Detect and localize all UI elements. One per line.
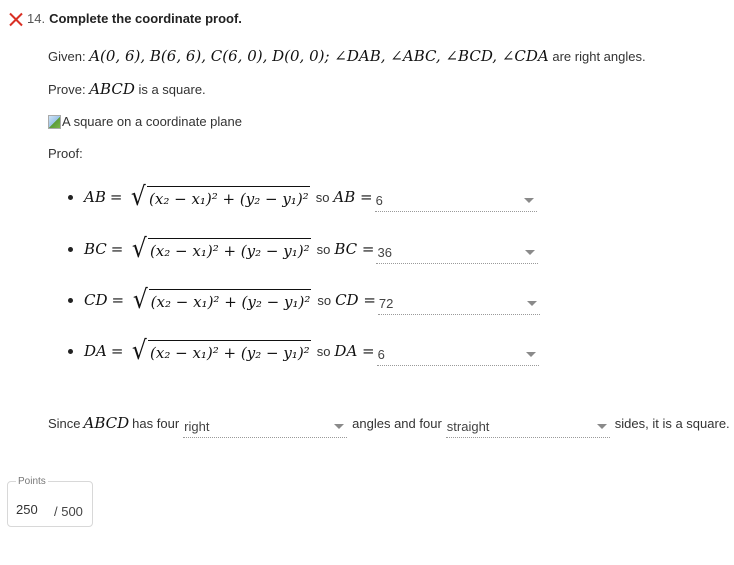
broken-image: A square on a coordinate plane — [48, 114, 242, 129]
prove-label: Prove: — [48, 82, 86, 97]
given-label: Given: — [48, 49, 86, 64]
proof-label: Proof: — [48, 146, 83, 161]
so-text: so — [316, 343, 331, 359]
so-text: so — [315, 189, 330, 205]
segment-name: CD — [84, 291, 108, 309]
given-suffix: are right angles. — [552, 49, 646, 64]
radical-sign: √ — [132, 234, 148, 264]
segment-name: BC — [84, 240, 107, 258]
result-label: DA = — [334, 342, 375, 360]
distance-equation: DA = √ (x₂ − x₁)² + (y₂ − y₁)² — [84, 336, 311, 366]
points-label: Points — [16, 476, 48, 487]
conclusion-math: ABCD — [83, 414, 130, 432]
dropdown-value: 36 — [377, 245, 392, 260]
proof-step-ab: AB = √ (x₂ − x₁)² + (y₂ − y₁)² so AB = 6 — [68, 182, 537, 212]
broken-image-icon — [48, 114, 61, 129]
angles-type-dropdown[interactable]: right — [183, 416, 348, 438]
question-number: 14. — [27, 11, 46, 26]
chevron-down-icon — [523, 198, 534, 203]
conclusion-part1: has four — [132, 415, 180, 431]
result-label: AB = — [333, 188, 373, 206]
chevron-down-icon — [596, 424, 607, 429]
segment-name: DA — [84, 342, 107, 360]
radical-sign: √ — [131, 182, 147, 212]
prove-math: ABCD — [89, 80, 135, 98]
chevron-down-icon — [525, 352, 536, 357]
bc-length-dropdown[interactable]: 36 — [376, 242, 539, 264]
points-max: / 500 — [54, 504, 83, 519]
equals-sign: = — [111, 291, 125, 309]
distance-equation: AB = √ (x₂ − x₁)² + (y₂ − y₁)² — [84, 182, 310, 212]
prove-suffix: is a square. — [138, 82, 206, 97]
proof-step-bc: BC = √ (x₂ − x₁)² + (y₂ − y₁)² so BC = 3… — [68, 234, 539, 264]
so-text: so — [317, 292, 332, 308]
chevron-down-icon — [526, 301, 537, 306]
da-length-dropdown[interactable]: 6 — [376, 344, 539, 366]
bullet — [68, 297, 73, 303]
chevron-down-icon — [334, 424, 345, 429]
conclusion-statement: Since ABCD has four right angles and fou… — [48, 412, 730, 438]
equals-sign: = — [110, 240, 124, 258]
radical-sign: √ — [132, 336, 148, 366]
equals-sign: = — [109, 188, 123, 206]
so-text: so — [316, 241, 331, 257]
radical-sign: √ — [132, 285, 148, 315]
given-math: A(0, 6), B(6, 6), C(6, 0), D(0, 0); ∠DAB… — [89, 47, 549, 65]
prove-statement: Prove: ABCD is a square. — [48, 80, 206, 98]
radicand: (x₂ − x₁)² + (y₂ − y₁)² — [147, 238, 311, 260]
result-label: BC = — [334, 240, 375, 258]
segment-name: AB — [84, 188, 106, 206]
conclusion-part3: sides, it is a square. — [614, 415, 730, 431]
points-value[interactable]: 250 — [16, 502, 38, 517]
sides-type-dropdown[interactable]: straight — [445, 416, 610, 438]
cd-length-dropdown[interactable]: 72 — [377, 293, 540, 315]
bullet — [68, 194, 73, 200]
proof-step-cd: CD = √ (x₂ − x₁)² + (y₂ − y₁)² so CD = 7… — [68, 285, 540, 315]
chevron-down-icon — [525, 250, 536, 255]
bullet — [68, 246, 73, 252]
sqrt-expression: √ (x₂ − x₁)² + (y₂ − y₁)² — [132, 285, 312, 315]
conclusion-part2: angles and four — [352, 415, 442, 431]
question-title: Complete the coordinate proof. — [49, 11, 242, 26]
dropdown-value: 6 — [375, 193, 383, 208]
sqrt-expression: √ (x₂ − x₁)² + (y₂ − y₁)² — [130, 182, 310, 212]
dropdown-value: 72 — [378, 296, 394, 311]
sqrt-expression: √ (x₂ − x₁)² + (y₂ − y₁)² — [131, 336, 311, 366]
distance-equation: CD = √ (x₂ − x₁)² + (y₂ − y₁)² — [84, 285, 312, 315]
bullet — [68, 348, 73, 354]
ab-length-dropdown[interactable]: 6 — [374, 190, 537, 212]
points-field[interactable]: Points 250 / 500 — [7, 476, 93, 527]
incorrect-x-icon — [9, 12, 23, 26]
radicand: (x₂ − x₁)² + (y₂ − y₁)² — [148, 340, 311, 362]
conclusion-prefix: Since — [48, 415, 81, 431]
dropdown-value: straight — [446, 419, 490, 434]
result-label: CD = — [335, 291, 376, 309]
sqrt-expression: √ (x₂ − x₁)² + (y₂ − y₁)² — [131, 234, 311, 264]
equals-sign: = — [110, 342, 124, 360]
radicand: (x₂ − x₁)² + (y₂ − y₁)² — [148, 289, 312, 311]
radicand: (x₂ − x₁)² + (y₂ − y₁)² — [147, 186, 310, 208]
dropdown-value: 6 — [377, 347, 385, 362]
image-alt-text: A square on a coordinate plane — [62, 114, 242, 129]
distance-equation: BC = √ (x₂ − x₁)² + (y₂ − y₁)² — [84, 234, 311, 264]
given-statement: Given: A(0, 6), B(6, 6), C(6, 0), D(0, 0… — [48, 47, 646, 65]
question-header: 14. Complete the coordinate proof. — [9, 11, 242, 26]
proof-step-da: DA = √ (x₂ − x₁)² + (y₂ − y₁)² so DA = 6 — [68, 336, 539, 366]
dropdown-value: right — [184, 419, 210, 434]
